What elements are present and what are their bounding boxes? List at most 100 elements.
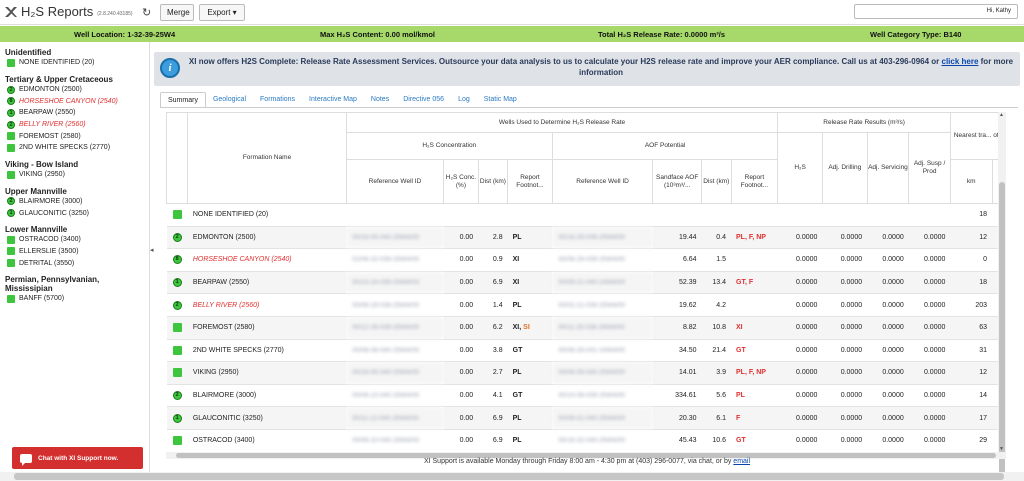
adj-drilling-cell: 0.0000 [822,429,868,452]
table-row[interactable]: 1 GLAUCONITIC (3250) 00/11-12-040-25W4/00 0… [166,406,998,430]
tab-geological[interactable]: Geological [206,92,253,108]
footnote-text: PL [512,233,522,241]
sandface-aof-header[interactable]: Sandface AOF (10³m³/... [652,159,703,204]
scroll-up-icon[interactable]: ▲ [999,112,1004,118]
sidebar-formation-item[interactable]: DETRITAL (3550) [5,257,149,269]
formation-cell: OSTRACOD (3400) [187,429,347,452]
formation-cell: GLAUCONITIC (3250) [187,406,347,430]
tab-directive-056[interactable]: Directive 056 [396,92,451,108]
sidebar-formation-item[interactable]: BANFF (5700) [5,293,149,305]
user-menu[interactable]: Hi, Kathy [854,4,1018,19]
adj-servicing-cell: 0.0000 [867,406,909,430]
aof-dist-km-header[interactable]: Dist (km) [701,159,732,204]
aof-dist-cell: 5.6 [701,384,731,408]
table-row[interactable]: NONE IDENTIFIED (20)18- [166,203,998,227]
aof-ref-well-cell: 00/09-21-040-24W4/00 [552,271,653,295]
table-row[interactable]: 8 HORSESHOE CANYON (2540) 02/06-32-039-25W… [166,248,998,272]
footnote-cell: XI, SI [507,316,553,340]
aof-cell: 6.64 [652,248,702,272]
aof-ref-well-cell: 00/02-21-039-25W4/00 [552,293,653,317]
ref-well-cell: 00/11-12-040-25W4/00 [346,406,444,430]
sidebar-formation-item[interactable]: 1 BEARPAW (2550) [5,107,149,119]
adj-drilling-cell [822,203,868,227]
sidebar-formation-item[interactable]: OSTRACOD (3400) [5,234,149,246]
tab-log[interactable]: Log [451,92,477,108]
merge-button[interactable]: Merge [160,4,194,21]
table-row[interactable]: OSTRACOD (3400) 00/06-10-040-25W4/00 0.00 6… [166,429,998,452]
sidebar-formation-item[interactable]: ELLERSLIE (3500) [5,246,149,258]
top-toolbar: H₂S Reports (2.8.240.43185) ↻ Merge Expo… [0,0,1024,25]
sidebar-formation-label: BEARPAW (2550) [19,109,76,117]
tab-interactive-map[interactable]: Interactive Map [302,92,364,108]
table-row[interactable]: FOREMOST (2580) 00/12-26-039-25W4/00 0.00 6… [166,316,998,340]
footnote-text: GT [512,346,523,354]
nearest-km-cell: 18 [950,271,993,295]
sidebar-formation-item[interactable]: 2 BLAIRMORE (3000) [5,196,149,208]
sidebar-group: Permian, Pennsylvanian, Mississipian BANF… [5,275,149,305]
aof-footnote-cell [731,203,778,227]
table-row[interactable]: 2 BELLY RIVER (2560) 00/08-29-039-25W4/00 0… [166,293,998,317]
sidebar-formation-label: BELLY RIVER (2560) [19,121,86,129]
formation-cell: EDMONTON (2500) [187,226,347,250]
sidebar-formation-item[interactable]: NONE IDENTIFIED (20) [5,57,149,69]
h2s-conc-pct-header[interactable]: H₂S Conc. (%) [443,159,479,204]
table-row[interactable]: 2ND WHITE SPECKS (2770) 00/08-08-040-25W4… [166,339,998,363]
banner-click-here-link[interactable]: click here [942,57,979,66]
table-row[interactable]: VIKING (2950) 00/16-05-040-25W4/00 0.00 2.7… [166,361,998,385]
table-row[interactable]: 2 BLAIRMORE (3000) 00/06-10-040-25W4/00 0.0… [166,384,998,408]
h2s-rate-header[interactable]: H₂S [777,132,823,204]
table-vertical-scrollbar[interactable]: ▲ ▼ [998,112,1006,481]
page-hscroll-thumb[interactable] [14,473,1004,480]
ref-well-cell: 00/06-10-040-25W4/00 [346,384,444,408]
aof-dist-cell: 4.2 [701,293,731,317]
conc-cell: 0.00 [443,384,479,408]
tab-formations[interactable]: Formations [253,92,302,108]
adj-susp-cell [908,203,951,227]
aof-footnote-header[interactable]: Report Footnot... [730,159,779,204]
status-square-icon [7,58,15,67]
sidebar-formation-label: HORSESHOE CANYON (2540) [19,97,118,105]
aof-cell: 334.61 [652,384,702,408]
formation-cell: BEARPAW (2550) [187,271,347,295]
table-row[interactable]: 2 EDMONTON (2500) 00/16-05-040-25W4/00 0.00… [166,226,998,250]
chat-support-button[interactable]: Chat with XI Support now. [12,447,143,469]
marker-cell: 2 [166,293,188,317]
app-logo[interactable]: H₂S Reports (2.8.240.43185) [4,4,133,19]
sidebar-formation-item[interactable]: 1 GLAUCONITIC (3250) [5,207,149,219]
aof-dist-cell: 10.8 [701,316,731,340]
page-horizontal-scrollbar[interactable] [0,472,1024,481]
adj-susp-cell: 0.0000 [908,406,951,430]
adj-servicing-header[interactable]: Adj. Servicing [866,132,910,204]
sidebar-formation-item[interactable]: 8 HORSESHOE CANYON (2540) [5,95,149,107]
dist-km-header[interactable]: Dist (km) [477,159,509,204]
adj-drilling-header[interactable]: Adj. Drilling [821,132,868,204]
dist-cell: 0.9 [478,248,508,272]
report-footnote-header[interactable]: Report Footnot... [507,159,553,204]
marker-cell: 1 [166,406,188,430]
footnote-text: PL [512,437,522,445]
refresh-icon[interactable]: ↻ [142,6,151,19]
tab-notes[interactable]: Notes [364,92,396,108]
marker-cell: 2 [166,226,188,250]
tab-static-map[interactable]: Static Map [477,92,524,108]
formation-name-header[interactable]: Formation Name [187,112,347,204]
collapse-sidebar-icon[interactable]: ◂ [150,246,154,254]
table-row[interactable]: 1 BEARPAW (2550) 00/14-24-039-25W4/03 0.00 6… [166,271,998,295]
footer-email-link[interactable]: email [733,458,750,465]
nearest-km-header[interactable]: km [949,159,993,204]
sidebar-formation-item[interactable]: 2 BELLY RIVER (2560) [5,119,149,131]
dist-cell: 4.1 [478,384,508,408]
sidebar-formation-item[interactable]: FOREMOST (2580) [5,130,149,142]
ref-well-cell: 00/06-10-040-25W4/00 [346,429,444,452]
status-square-icon [172,368,182,378]
sidebar-formation-item[interactable]: VIKING (2950) [5,169,149,181]
export-button[interactable]: Export ▾ [199,4,245,21]
ref-well-id-header[interactable]: Reference Well ID [345,159,445,204]
sidebar-formation-item[interactable]: 2 EDMONTON (2500) [5,84,149,96]
conc-cell: 0.00 [443,429,479,452]
adj-susp-prod-header[interactable]: Adj. Susp / Prod [908,132,951,204]
tab-summary[interactable]: Summary [160,92,206,108]
sidebar-formation-item[interactable]: 2ND WHITE SPECKS (2770) [5,142,149,154]
aof-ref-well-id-header[interactable]: Reference Well ID [551,159,654,204]
table-vscroll-thumb[interactable] [999,182,1005,481]
